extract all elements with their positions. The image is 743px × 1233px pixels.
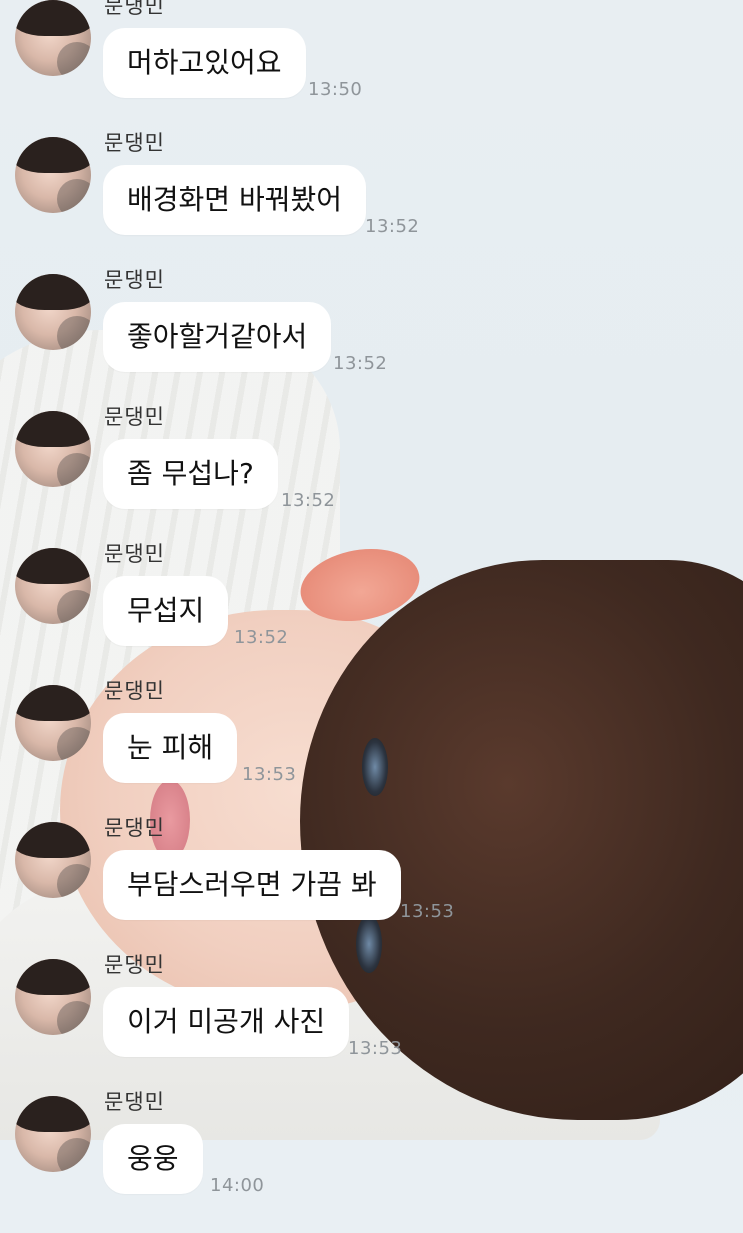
message-row: 문댕민 웅웅 14:00 [0, 1090, 743, 1233]
sender-avatar[interactable] [15, 137, 91, 213]
message-row: 문댕민 무섭지 13:52 [0, 542, 743, 685]
message-bubble[interactable]: 웅웅 [103, 1124, 203, 1194]
sender-name: 문댕민 [104, 268, 165, 292]
message-time: 13:50 [308, 79, 363, 100]
message-row: 문댕민 좀 무섭나? 13:52 [0, 405, 743, 548]
sender-name: 문댕민 [104, 131, 165, 155]
sender-avatar[interactable] [15, 274, 91, 350]
message-bubble[interactable]: 부담스러우면 가끔 봐 [103, 850, 401, 920]
message-time: 13:53 [400, 901, 455, 922]
sender-name: 문댕민 [104, 679, 165, 703]
message-row: 문댕민 눈 피해 13:53 [0, 679, 743, 822]
message-bubble[interactable]: 머하고있어요 [103, 28, 306, 98]
message-time: 13:52 [234, 627, 289, 648]
message-time: 14:00 [210, 1175, 265, 1196]
message-bubble[interactable]: 좋아할거같아서 [103, 302, 332, 372]
message-row: 문댕민 이거 미공개 사진 13:53 [0, 953, 743, 1096]
chat-message-list: 문댕민 머하고있어요 13:50 문댕민 배경화면 바꿔봤어 13:52 문댕민… [0, 0, 743, 1200]
message-row: 문댕민 좋아할거같아서 13:52 [0, 268, 743, 411]
sender-name: 문댕민 [104, 405, 165, 429]
sender-avatar[interactable] [15, 411, 91, 487]
sender-avatar[interactable] [15, 0, 91, 76]
message-row: 문댕민 부담스러우면 가끔 봐 13:53 [0, 816, 743, 959]
message-row: 문댕민 머하고있어요 13:50 [0, 0, 743, 137]
message-row: 문댕민 배경화면 바꿔봤어 13:52 [0, 131, 743, 274]
sender-avatar[interactable] [15, 548, 91, 624]
message-bubble[interactable]: 이거 미공개 사진 [103, 987, 350, 1057]
message-time: 13:53 [348, 1038, 403, 1059]
message-time: 13:52 [365, 216, 420, 237]
message-bubble[interactable]: 무섭지 [103, 576, 229, 646]
sender-avatar[interactable] [15, 959, 91, 1035]
message-time: 13:52 [333, 353, 388, 374]
message-time: 13:52 [281, 490, 336, 511]
sender-name: 문댕민 [104, 0, 165, 18]
sender-name: 문댕민 [104, 542, 165, 566]
sender-avatar[interactable] [15, 822, 91, 898]
sender-avatar[interactable] [15, 685, 91, 761]
message-time: 13:53 [242, 764, 297, 785]
sender-name: 문댕민 [104, 1090, 165, 1114]
message-bubble[interactable]: 눈 피해 [103, 713, 238, 783]
sender-name: 문댕민 [104, 816, 165, 840]
sender-name: 문댕민 [104, 953, 165, 977]
sender-avatar[interactable] [15, 1096, 91, 1172]
message-bubble[interactable]: 좀 무섭나? [103, 439, 278, 509]
message-bubble[interactable]: 배경화면 바꿔봤어 [103, 165, 366, 235]
